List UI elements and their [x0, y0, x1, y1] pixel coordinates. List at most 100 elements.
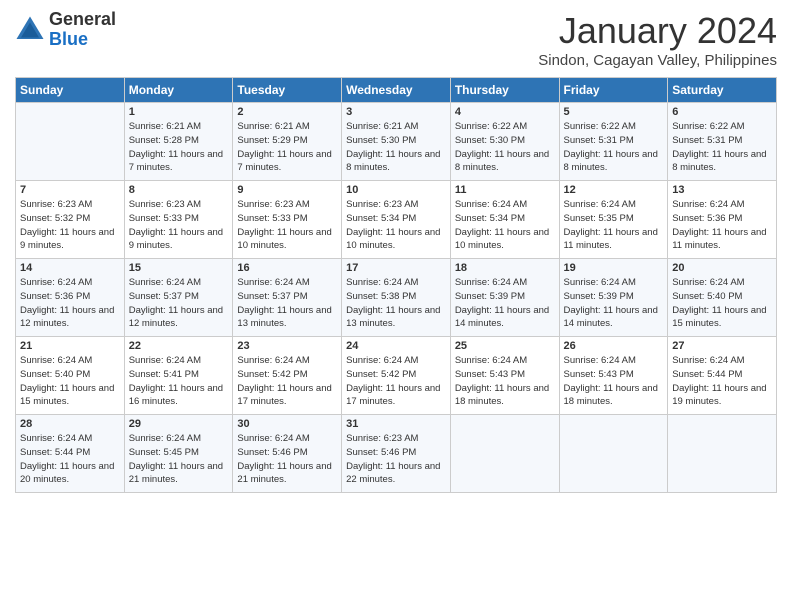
sunrise-line: Sunrise: 6:22 AM	[455, 120, 555, 134]
logo-general: General	[49, 9, 116, 29]
sunset-line: Sunset: 5:31 PM	[564, 134, 664, 148]
day-number: 24	[346, 340, 446, 352]
day-number: 29	[129, 418, 229, 430]
daylight-line: Daylight: 11 hours and 7 minutes.	[237, 148, 337, 176]
daylight-line: Daylight: 11 hours and 16 minutes.	[129, 382, 229, 410]
day-number: 27	[672, 340, 772, 352]
cell-content: Sunrise: 6:21 AMSunset: 5:30 PMDaylight:…	[346, 120, 446, 175]
sunset-line: Sunset: 5:44 PM	[672, 368, 772, 382]
sunrise-line: Sunrise: 6:24 AM	[237, 276, 337, 290]
sunset-line: Sunset: 5:30 PM	[455, 134, 555, 148]
cell-3-6: 19Sunrise: 6:24 AMSunset: 5:39 PMDayligh…	[559, 259, 668, 337]
sunrise-line: Sunrise: 6:24 AM	[346, 276, 446, 290]
sunrise-line: Sunrise: 6:24 AM	[129, 276, 229, 290]
cell-2-5: 11Sunrise: 6:24 AMSunset: 5:34 PMDayligh…	[450, 181, 559, 259]
cell-content: Sunrise: 6:24 AMSunset: 5:40 PMDaylight:…	[20, 354, 120, 409]
cell-content: Sunrise: 6:24 AMSunset: 5:43 PMDaylight:…	[455, 354, 555, 409]
day-number: 20	[672, 262, 772, 274]
cell-3-5: 18Sunrise: 6:24 AMSunset: 5:39 PMDayligh…	[450, 259, 559, 337]
day-number: 13	[672, 184, 772, 196]
daylight-line: Daylight: 11 hours and 8 minutes.	[455, 148, 555, 176]
day-number: 11	[455, 184, 555, 196]
daylight-line: Daylight: 11 hours and 9 minutes.	[20, 226, 120, 254]
title-block: January 2024 Sindon, Cagayan Valley, Phi…	[538, 10, 777, 69]
day-number: 25	[455, 340, 555, 352]
sunset-line: Sunset: 5:39 PM	[455, 290, 555, 304]
sunrise-line: Sunrise: 6:21 AM	[237, 120, 337, 134]
sunrise-line: Sunrise: 6:23 AM	[237, 198, 337, 212]
page: General Blue January 2024 Sindon, Cagaya…	[0, 0, 792, 612]
sunrise-line: Sunrise: 6:23 AM	[346, 432, 446, 446]
sunrise-line: Sunrise: 6:24 AM	[564, 276, 664, 290]
sunset-line: Sunset: 5:30 PM	[346, 134, 446, 148]
col-header-tuesday: Tuesday	[233, 78, 342, 103]
cell-1-4: 3Sunrise: 6:21 AMSunset: 5:30 PMDaylight…	[342, 103, 451, 181]
day-number: 14	[20, 262, 120, 274]
sunset-line: Sunset: 5:31 PM	[672, 134, 772, 148]
sunrise-line: Sunrise: 6:24 AM	[672, 354, 772, 368]
cell-content: Sunrise: 6:22 AMSunset: 5:31 PMDaylight:…	[672, 120, 772, 175]
cell-5-7	[668, 415, 777, 493]
daylight-line: Daylight: 11 hours and 7 minutes.	[129, 148, 229, 176]
day-number: 6	[672, 106, 772, 118]
daylight-line: Daylight: 11 hours and 12 minutes.	[20, 304, 120, 332]
cell-2-3: 9Sunrise: 6:23 AMSunset: 5:33 PMDaylight…	[233, 181, 342, 259]
daylight-line: Daylight: 11 hours and 21 minutes.	[237, 460, 337, 488]
day-number: 5	[564, 106, 664, 118]
cell-content: Sunrise: 6:24 AMSunset: 5:45 PMDaylight:…	[129, 432, 229, 487]
sunset-line: Sunset: 5:42 PM	[237, 368, 337, 382]
sunrise-line: Sunrise: 6:24 AM	[672, 276, 772, 290]
sunrise-line: Sunrise: 6:24 AM	[564, 354, 664, 368]
logo-text: General Blue	[49, 10, 116, 50]
day-number: 15	[129, 262, 229, 274]
day-number: 10	[346, 184, 446, 196]
cell-content: Sunrise: 6:23 AMSunset: 5:34 PMDaylight:…	[346, 198, 446, 253]
day-number: 12	[564, 184, 664, 196]
cell-content: Sunrise: 6:24 AMSunset: 5:38 PMDaylight:…	[346, 276, 446, 331]
cell-1-7: 6 Sunrise: 6:22 AMSunset: 5:31 PMDaylight…	[668, 103, 777, 181]
daylight-line: Daylight: 11 hours and 10 minutes.	[455, 226, 555, 254]
sunset-line: Sunset: 5:40 PM	[20, 368, 120, 382]
daylight-line: Daylight: 11 hours and 10 minutes.	[237, 226, 337, 254]
cell-4-1: 21Sunrise: 6:24 AMSunset: 5:40 PMDayligh…	[16, 337, 125, 415]
cell-content: Sunrise: 6:24 AMSunset: 5:36 PMDaylight:…	[20, 276, 120, 331]
sunset-line: Sunset: 5:38 PM	[346, 290, 446, 304]
sunrise-line: Sunrise: 6:24 AM	[129, 354, 229, 368]
sunrise-line: Sunrise: 6:23 AM	[129, 198, 229, 212]
daylight-line: Daylight: 11 hours and 15 minutes.	[672, 304, 772, 332]
sunset-line: Sunset: 5:45 PM	[129, 446, 229, 460]
sunset-line: Sunset: 5:46 PM	[237, 446, 337, 460]
daylight-line: Daylight: 11 hours and 18 minutes.	[564, 382, 664, 410]
sunset-line: Sunset: 5:32 PM	[20, 212, 120, 226]
sunrise-line: Sunrise: 6:23 AM	[20, 198, 120, 212]
week-row-4: 21Sunrise: 6:24 AMSunset: 5:40 PMDayligh…	[16, 337, 777, 415]
cell-content: Sunrise: 6:24 AMSunset: 5:42 PMDaylight:…	[237, 354, 337, 409]
cell-content: Sunrise: 6:24 AMSunset: 5:44 PMDaylight:…	[672, 354, 772, 409]
cell-content: Sunrise: 6:22 AMSunset: 5:30 PMDaylight:…	[455, 120, 555, 175]
cell-3-2: 15Sunrise: 6:24 AMSunset: 5:37 PMDayligh…	[124, 259, 233, 337]
col-header-sunday: Sunday	[16, 78, 125, 103]
cell-content: Sunrise: 6:23 AMSunset: 5:33 PMDaylight:…	[129, 198, 229, 253]
cell-content: Sunrise: 6:24 AMSunset: 5:36 PMDaylight:…	[672, 198, 772, 253]
cell-5-4: 31Sunrise: 6:23 AMSunset: 5:46 PMDayligh…	[342, 415, 451, 493]
cell-content: Sunrise: 6:24 AMSunset: 5:44 PMDaylight:…	[20, 432, 120, 487]
daylight-line: Daylight: 11 hours and 10 minutes.	[346, 226, 446, 254]
sunrise-line: Sunrise: 6:24 AM	[20, 276, 120, 290]
sunset-line: Sunset: 5:37 PM	[129, 290, 229, 304]
day-number: 8	[129, 184, 229, 196]
cell-content: Sunrise: 6:24 AMSunset: 5:42 PMDaylight:…	[346, 354, 446, 409]
sunset-line: Sunset: 5:46 PM	[346, 446, 446, 460]
daylight-line: Daylight: 11 hours and 14 minutes.	[564, 304, 664, 332]
cell-4-2: 22 Sunrise: 6:24 AMSunset: 5:41 PMDayligh…	[124, 337, 233, 415]
sunrise-line: Sunrise: 6:22 AM	[672, 120, 772, 134]
cell-content: Sunrise: 6:24 AMSunset: 5:46 PMDaylight:…	[237, 432, 337, 487]
day-number: 30	[237, 418, 337, 430]
sunrise-line: Sunrise: 6:24 AM	[346, 354, 446, 368]
sunset-line: Sunset: 5:41 PM	[129, 368, 229, 382]
sunrise-line: Sunrise: 6:24 AM	[129, 432, 229, 446]
daylight-line: Daylight: 11 hours and 8 minutes.	[672, 148, 772, 176]
day-number: 22	[129, 340, 229, 352]
col-header-wednesday: Wednesday	[342, 78, 451, 103]
month-title: January 2024	[538, 10, 777, 52]
daylight-line: Daylight: 11 hours and 18 minutes.	[455, 382, 555, 410]
